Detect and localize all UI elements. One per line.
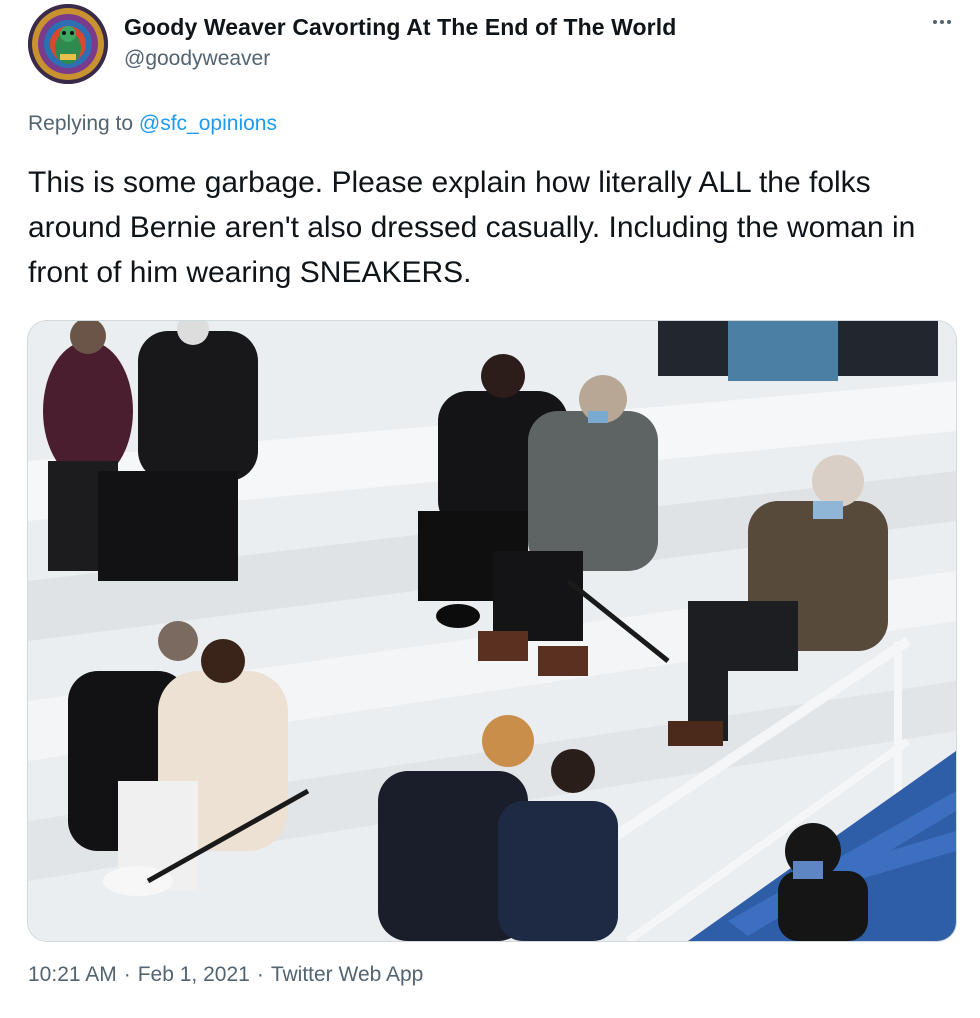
display-name[interactable]: Goody Weaver Cavorting At The End of The…: [124, 14, 676, 41]
user-handle[interactable]: @goodyweaver: [124, 47, 270, 71]
avatar-image: [28, 4, 108, 84]
tweet-photo[interactable]: [27, 320, 957, 942]
tweet: Goody Weaver Cavorting At The End of The…: [0, 0, 980, 1018]
more-options-icon[interactable]: [926, 10, 958, 34]
tweet-time[interactable]: 10:21 AM: [28, 963, 117, 986]
tweet-date[interactable]: Feb 1, 2021: [138, 963, 250, 986]
meta-separator: ·: [256, 963, 264, 986]
tweet-meta: 10:21 AM · Feb 1, 2021 · Twitter Web App: [28, 963, 423, 987]
meta-separator: ·: [123, 963, 131, 986]
mention-link[interactable]: @sfc_opinions: [139, 112, 277, 135]
avatar[interactable]: [28, 4, 108, 84]
tweet-source[interactable]: Twitter Web App: [271, 963, 424, 986]
replying-to-label: Replying to: [28, 112, 134, 135]
photo-image: [28, 321, 956, 941]
replying-to: Replying to @sfc_opinions: [28, 112, 277, 136]
tweet-text: This is some garbage. Please explain how…: [28, 166, 916, 289]
